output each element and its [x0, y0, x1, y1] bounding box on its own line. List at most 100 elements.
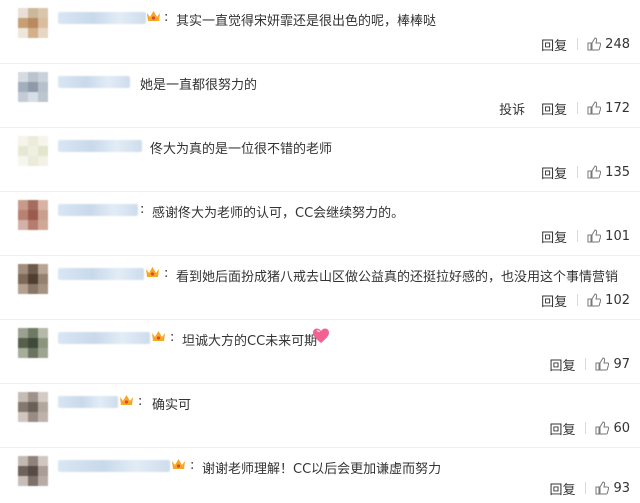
avatar-pixel — [28, 28, 38, 38]
report-button[interactable]: 投诉 — [499, 99, 525, 118]
thumbs-up-icon — [587, 165, 602, 179]
comment-text: 其实一直觉得宋妍霏还是很出色的呢，棒棒哒 — [176, 14, 437, 29]
username-blurred[interactable] — [58, 140, 142, 152]
thumbs-up-icon — [587, 37, 602, 51]
avatar-pixel — [38, 456, 48, 466]
colon: : — [164, 266, 169, 281]
comment-actions: 回复 60 — [549, 419, 630, 438]
avatar-pixel — [28, 210, 38, 220]
avatar-pixel — [38, 392, 48, 402]
avatar-pixel — [38, 18, 48, 28]
reply-button[interactable]: 回复 — [549, 479, 575, 498]
reply-button[interactable]: 回复 — [541, 99, 567, 118]
reply-button[interactable]: 回复 — [541, 227, 567, 246]
comment-item: 佟大为真的是一位很不错的老师 回复 135 — [0, 128, 640, 192]
avatar[interactable] — [18, 72, 48, 102]
heart-emoji-icon — [313, 328, 329, 343]
thumbs-up-icon — [595, 421, 610, 435]
comment-actions: 回复 248 — [541, 35, 630, 54]
avatar-pixel — [18, 210, 28, 220]
like-count: 60 — [613, 420, 630, 436]
avatar-pixel — [38, 210, 48, 220]
comment-text: 感谢佟大为老师的认可，CC会继续努力的。 — [152, 206, 405, 221]
like-button[interactable]: 97 — [595, 357, 630, 372]
avatar-pixel — [18, 28, 28, 38]
avatar-pixel — [28, 72, 38, 82]
username-blurred[interactable] — [58, 12, 146, 24]
username-blurred[interactable] — [58, 76, 130, 88]
username-blurred[interactable] — [58, 460, 170, 472]
thumbs-up-icon — [595, 357, 610, 371]
like-button[interactable]: 135 — [587, 165, 630, 180]
avatar-pixel — [18, 328, 28, 338]
comment-item: : 感谢佟大为老师的认可，CC会继续努力的。 回复 101 — [0, 192, 640, 256]
username-blurred[interactable] — [58, 396, 118, 408]
reply-button[interactable]: 回复 — [541, 291, 567, 310]
avatar-pixel — [38, 338, 48, 348]
comment-item: : 谢谢老师理解！CC以后会更加谦虚而努力 回复 93 — [0, 448, 640, 503]
avatar-pixel — [38, 264, 48, 274]
avatar-pixel — [18, 18, 28, 28]
divider — [577, 166, 579, 178]
avatar-pixel — [28, 82, 38, 92]
comment-item: : 坦诚大方的CC未来可期 回复 97 — [0, 320, 640, 384]
divider — [577, 38, 579, 50]
colon: : — [164, 10, 169, 25]
like-count: 97 — [613, 356, 630, 372]
avatar-pixel — [28, 92, 38, 102]
like-button[interactable]: 248 — [587, 37, 630, 52]
crown-icon — [152, 331, 165, 341]
avatar-pixel — [28, 8, 38, 18]
username-blurred[interactable] — [58, 204, 138, 216]
comment-item: : 看到她后面扮成猪八戒去山区做公益真的还挺拉好感的，也没用这个事情营销 回复 … — [0, 256, 640, 320]
comment-actions: 回复 102 — [541, 291, 630, 310]
avatar[interactable] — [18, 456, 48, 486]
divider — [585, 422, 587, 434]
avatar-pixel — [18, 274, 28, 284]
reply-button[interactable]: 回复 — [541, 35, 567, 54]
avatar-pixel — [28, 476, 38, 486]
avatar-pixel — [28, 392, 38, 402]
thumbs-up-icon — [587, 101, 602, 115]
comment-text: 坦诚大方的CC未来可期 — [182, 334, 318, 349]
crown-icon — [146, 267, 159, 277]
avatar-pixel — [18, 72, 28, 82]
avatar-pixel — [28, 412, 38, 422]
divider — [585, 358, 587, 370]
like-button[interactable]: 172 — [587, 101, 630, 116]
like-button[interactable]: 93 — [595, 481, 630, 496]
avatar-pixel — [28, 456, 38, 466]
avatar[interactable] — [18, 264, 48, 294]
comment-actions: 回复 135 — [541, 163, 630, 182]
avatar[interactable] — [18, 328, 48, 358]
avatar-pixel — [18, 92, 28, 102]
avatar[interactable] — [18, 392, 48, 422]
comment-text: 谢谢老师理解！CC以后会更加谦虚而努力 — [202, 462, 442, 477]
like-count: 93 — [613, 480, 630, 496]
avatar[interactable] — [18, 200, 48, 230]
like-button[interactable]: 60 — [595, 421, 630, 436]
avatar-pixel — [28, 402, 38, 412]
divider — [577, 294, 579, 306]
avatar-pixel — [18, 402, 28, 412]
avatar-pixel — [28, 348, 38, 358]
reply-button[interactable]: 回复 — [541, 163, 567, 182]
reply-button[interactable]: 回复 — [549, 355, 575, 374]
reply-button[interactable]: 回复 — [549, 419, 575, 438]
avatar[interactable] — [18, 136, 48, 166]
username-blurred[interactable] — [58, 268, 144, 280]
comment-text: 她是一直都很努力的 — [140, 78, 258, 93]
avatar-pixel — [38, 8, 48, 18]
avatar-pixel — [18, 136, 28, 146]
username-blurred[interactable] — [58, 332, 150, 344]
avatar-pixel — [28, 284, 38, 294]
like-count: 248 — [605, 36, 630, 52]
avatar[interactable] — [18, 8, 48, 38]
like-button[interactable]: 101 — [587, 229, 630, 244]
colon: : — [138, 394, 143, 409]
comment-item: : 其实一直觉得宋妍霏还是很出色的呢，棒棒哒 回复 248 — [0, 0, 640, 64]
divider — [577, 230, 579, 242]
avatar-pixel — [38, 82, 48, 92]
like-button[interactable]: 102 — [587, 293, 630, 308]
avatar-pixel — [18, 284, 28, 294]
